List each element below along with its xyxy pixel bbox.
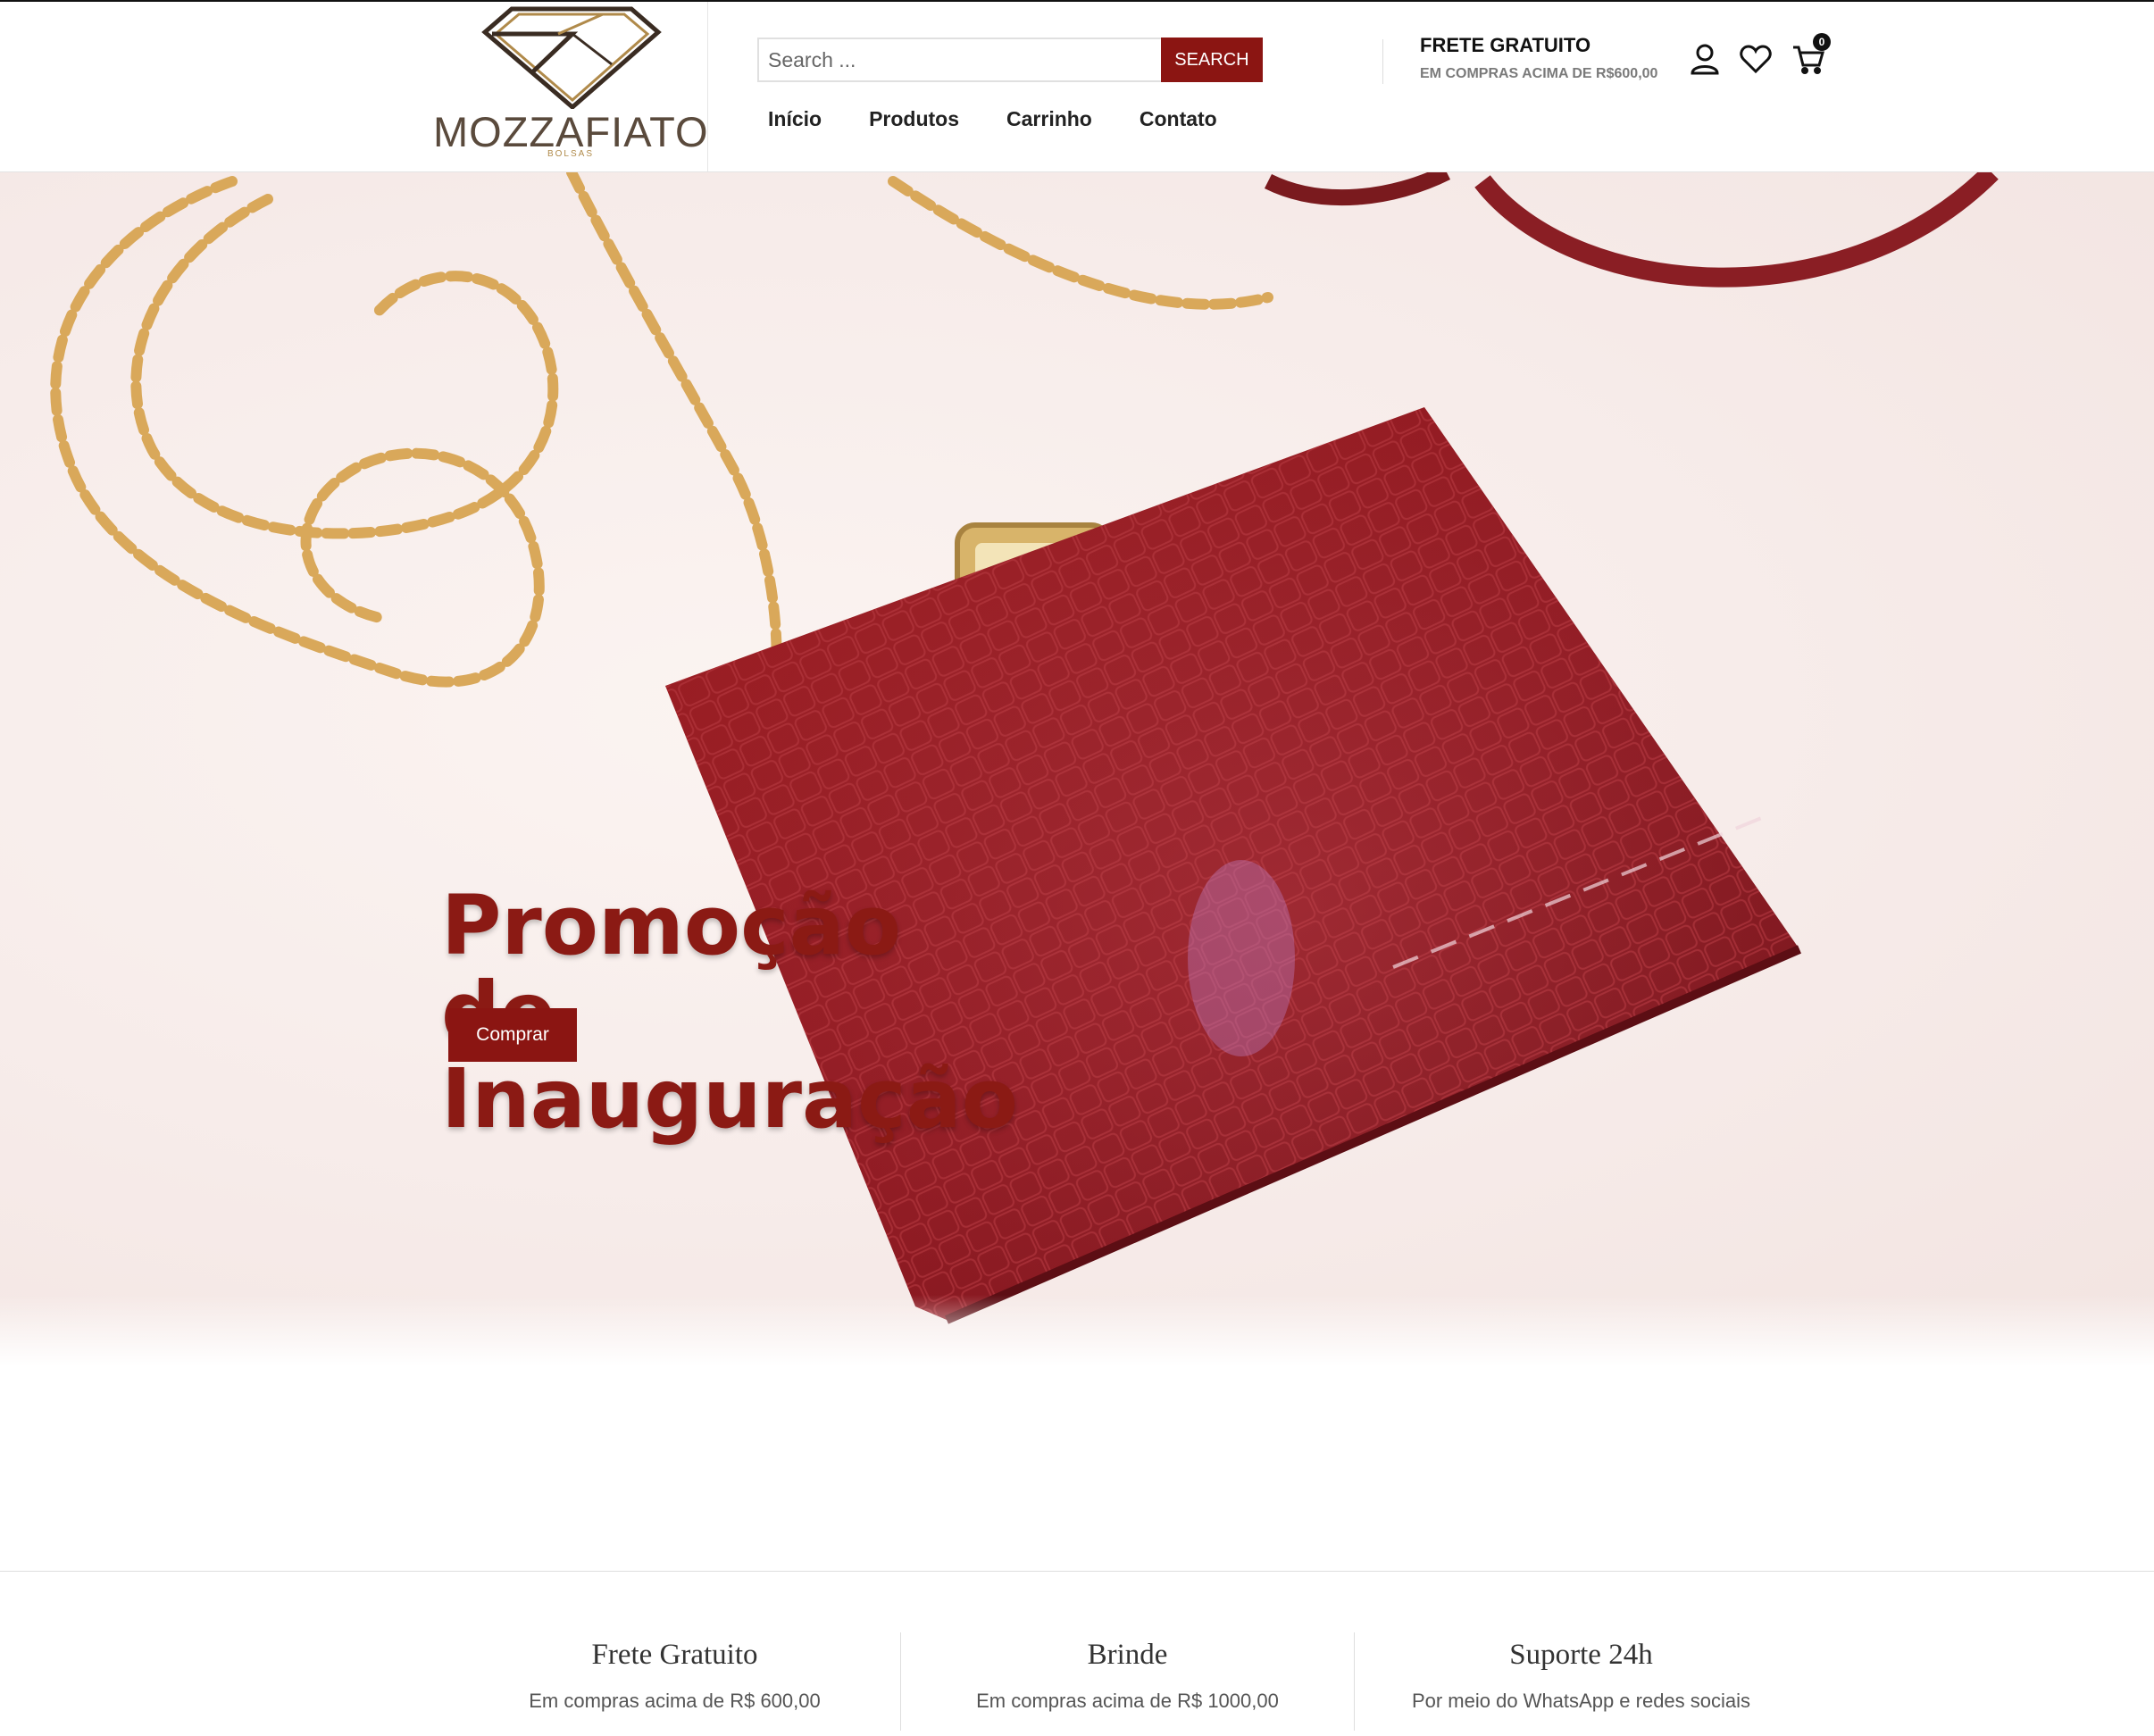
feature-text: Em compras acima de R$ 1000,00: [976, 1690, 1279, 1712]
hero-title-line-3: Inauguração: [441, 1051, 1018, 1147]
features-top-border: [0, 1571, 2154, 1572]
free-shipping-subtitle: EM COMPRAS ACIMA DE R$600,00: [1420, 66, 1658, 81]
feature-title: Suporte 24h: [1509, 1639, 1653, 1671]
logo-subtitle: BOLSAS: [547, 149, 595, 159]
hero-banner: Promoção de Inauguração: [0, 172, 2154, 1366]
hero-title-line-1: Promoção: [441, 878, 901, 973]
search-input[interactable]: [757, 38, 1161, 82]
search-form: SEARCH: [757, 38, 1263, 82]
search-button[interactable]: SEARCH: [1160, 38, 1263, 82]
nav-item-carrinho[interactable]: Carrinho: [1006, 107, 1092, 131]
feature-text: Em compras acima de R$ 600,00: [529, 1690, 821, 1712]
user-icon[interactable]: [1687, 41, 1723, 77]
feature-text: Por meio do WhatsApp e redes sociais: [1411, 1690, 1751, 1712]
handbag-image: [50, 172, 1999, 1324]
nav-item-contato[interactable]: Contato: [1140, 107, 1217, 131]
heart-icon[interactable]: [1738, 41, 1774, 77]
nav-item-produtos[interactable]: Produtos: [869, 107, 959, 131]
feature-title: Frete Gratuito: [591, 1639, 758, 1671]
feature-support: Suporte 24h Por meio do WhatsApp e redes…: [1355, 1639, 1808, 1713]
logo[interactable]: MOZZAFIATO BOLSAS: [433, 2, 708, 164]
hero-bottom-fade: [0, 1295, 2154, 1366]
feature-free-shipping: Frete Gratuito Em compras acima de R$ 60…: [448, 1639, 901, 1713]
nav-item-inicio[interactable]: Início: [768, 107, 822, 131]
cart-count-badge: 0: [1813, 33, 1831, 51]
feature-gift: Brinde Em compras acima de R$ 1000,00: [901, 1639, 1354, 1713]
site-header: MOZZAFIATO BOLSAS SEARCH Início Produtos…: [0, 2, 2154, 172]
free-shipping-title: FRETE GRATUITO: [1420, 34, 1591, 56]
diamond-logo-icon: [481, 6, 662, 109]
feature-title: Brinde: [1087, 1639, 1168, 1671]
logo-divider: [707, 2, 708, 171]
header-divider: [1382, 39, 1383, 84]
buy-button[interactable]: Comprar: [448, 1008, 577, 1062]
main-nav: Início Produtos Carrinho Contato: [768, 107, 1265, 131]
